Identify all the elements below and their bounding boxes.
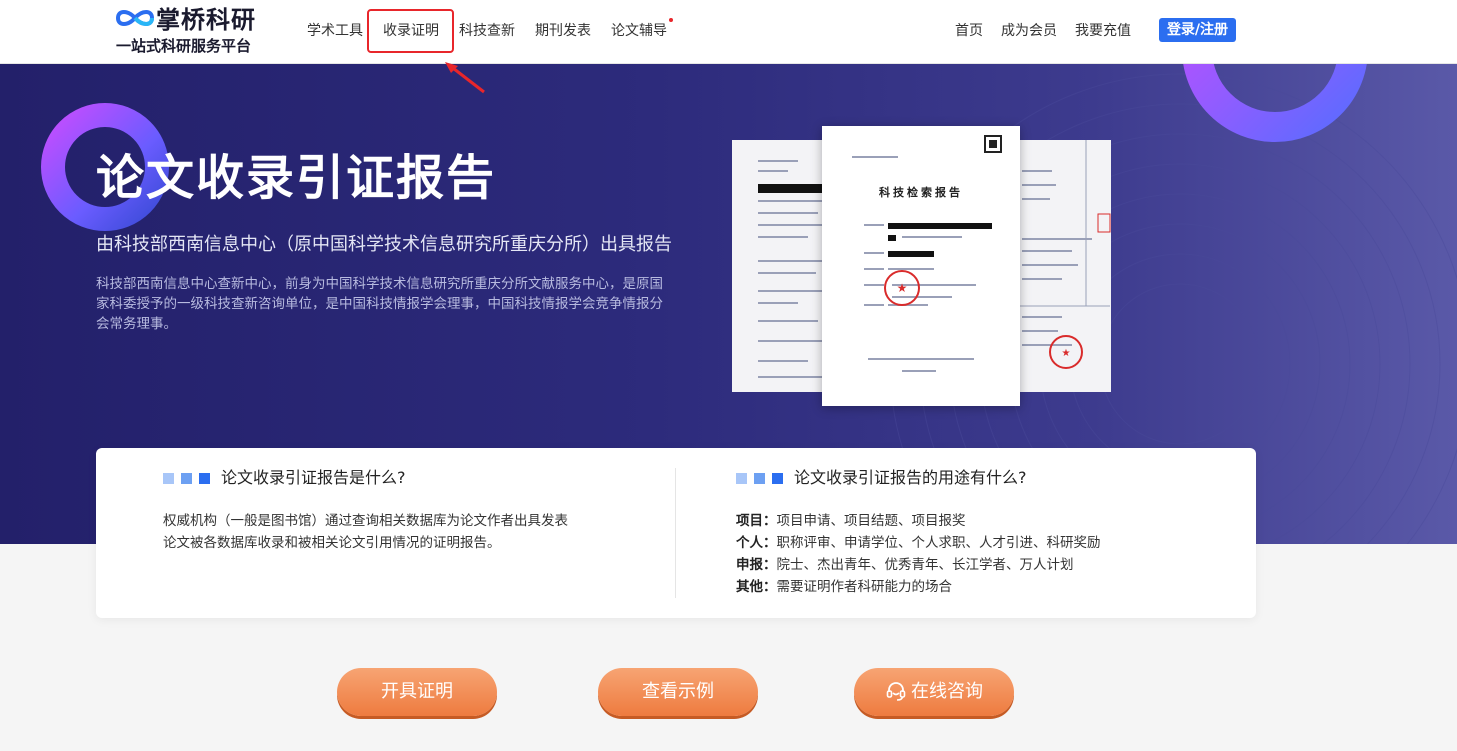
info-card: 论文收录引证报告是什么? 权威机构（一般是图书馆）通过查询相关数据库为论文作者出… bbox=[96, 448, 1256, 618]
nav-recharge[interactable]: 我要充值 bbox=[1075, 20, 1131, 42]
bullet-square bbox=[181, 473, 192, 484]
logo-name: 掌桥科研 bbox=[156, 6, 256, 34]
what-line-2: 论文被各数据库收录和被相关论文引用情况的证明报告。 bbox=[163, 535, 501, 551]
what-section-title: 论文收录引证报告是什么? bbox=[221, 468, 406, 487]
highlight-box bbox=[367, 9, 454, 53]
bullet-square bbox=[736, 473, 747, 484]
nav-novelty-search[interactable]: 科技查新 bbox=[459, 20, 515, 42]
use-item-project: 项目：项目申请、项目结题、项目报奖 bbox=[736, 510, 966, 532]
divider bbox=[675, 468, 676, 598]
use-text: 项目申请、项目结题、项目报奖 bbox=[776, 513, 966, 529]
nav-thesis-coaching[interactable]: 论文辅导 bbox=[611, 20, 667, 42]
report-page-right: ★ bbox=[1010, 140, 1111, 392]
bullet-square bbox=[772, 473, 783, 484]
issue-certificate-button[interactable]: 开具证明 bbox=[337, 668, 497, 716]
logo-infinity-icon bbox=[115, 10, 155, 26]
headset-icon bbox=[886, 681, 906, 701]
uses-section-title: 论文收录引证报告的用途有什么? bbox=[794, 468, 1027, 487]
use-label: 申报： bbox=[736, 557, 777, 573]
bullet-square bbox=[163, 473, 174, 484]
use-item-other: 其他：需要证明作者科研能力的场合 bbox=[736, 576, 952, 598]
view-example-button[interactable]: 查看示例 bbox=[598, 668, 758, 716]
report-doc-title: 科技检索报告 bbox=[879, 186, 963, 199]
svg-text:★: ★ bbox=[897, 281, 908, 295]
bullet-square bbox=[199, 473, 210, 484]
nav-home[interactable]: 首页 bbox=[955, 20, 983, 42]
nav-journal-publish[interactable]: 期刊发表 bbox=[535, 20, 591, 42]
what-line-1: 权威机构（一般是图书馆）通过查询相关数据库为论文作者出具发表 bbox=[163, 513, 568, 529]
report-page-main: ★ 科技检索报告 bbox=[822, 126, 1020, 406]
use-item-application: 申报：院士、杰出青年、优秀青年、长江学者、万人计划 bbox=[736, 554, 1074, 576]
annotation-arrow-icon bbox=[445, 62, 485, 94]
use-label: 个人： bbox=[736, 535, 777, 551]
use-label: 项目： bbox=[736, 513, 777, 529]
use-text: 需要证明作者科研能力的场合 bbox=[776, 579, 953, 595]
bullet-square bbox=[754, 473, 765, 484]
online-consult-button[interactable]: 在线咨询 bbox=[854, 668, 1014, 716]
nav-membership[interactable]: 成为会员 bbox=[1001, 20, 1057, 42]
svg-text:★: ★ bbox=[1062, 348, 1071, 359]
site-logo[interactable]: 掌桥科研 一站式科研服务平台 bbox=[114, 4, 274, 58]
login-register-button[interactable]: 登录/注册 bbox=[1159, 18, 1236, 42]
nav-academic-tools[interactable]: 学术工具 bbox=[307, 20, 363, 42]
use-item-personal: 个人：职称评审、申请学位、个人求职、人才引进、科研奖励 bbox=[736, 532, 1101, 554]
use-text: 职称评审、申请学位、个人求职、人才引进、科研奖励 bbox=[776, 535, 1101, 551]
top-header: 掌桥科研 一站式科研服务平台 学术工具 收录证明 科技查新 期刊发表 论文辅导 … bbox=[0, 0, 1457, 64]
banner-subtitle: 由科技部西南信息中心（原中国科学技术信息研究所重庆分所）出具报告 bbox=[96, 234, 672, 255]
banner-description: 科技部西南信息中心查新中心，前身为中国科学技术信息研究所重庆分所文献服务中心，是… bbox=[96, 276, 663, 332]
use-label: 其他： bbox=[736, 579, 777, 595]
online-consult-label: 在线咨询 bbox=[911, 681, 983, 702]
notification-dot bbox=[669, 18, 673, 22]
report-page-left bbox=[732, 140, 832, 392]
logo-tagline: 一站式科研服务平台 bbox=[116, 37, 252, 55]
use-text: 院士、杰出青年、优秀青年、长江学者、万人计划 bbox=[776, 557, 1074, 573]
banner-title: 论文收录引证报告 bbox=[96, 150, 497, 206]
